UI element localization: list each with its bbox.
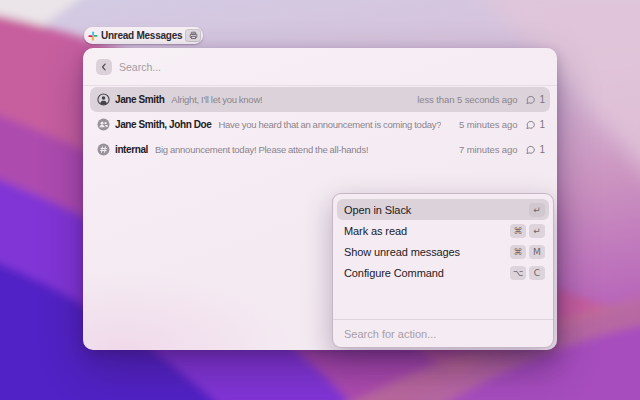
message-list: Jane Smith Alright, I'll let you know! l… xyxy=(83,86,557,163)
message-time: 7 minutes ago xyxy=(459,144,517,155)
chat-bubble-icon xyxy=(525,95,535,105)
action-configure-command[interactable]: Configure Command ⌥ C xyxy=(337,262,549,283)
key-return: ↵ xyxy=(529,224,545,238)
hash-circle-icon xyxy=(97,143,110,156)
unread-count: 1 xyxy=(539,94,545,105)
unread-count: 1 xyxy=(539,144,545,155)
action-mark-as-read[interactable]: Mark as read ⌘ ↵ xyxy=(337,220,549,241)
message-preview: Big announcement today! Please attend th… xyxy=(155,144,368,155)
chat-bubble-icon xyxy=(525,145,535,155)
key-c: C xyxy=(529,266,545,280)
message-row[interactable]: Jane Smith, John Doe Have you heard that… xyxy=(90,112,550,137)
message-title: Jane Smith, John Doe xyxy=(115,119,211,130)
unread-count: 1 xyxy=(539,119,545,130)
message-preview: Have you heard that an announcement is c… xyxy=(218,119,441,130)
message-preview: Alright, I'll let you know! xyxy=(171,94,262,105)
key-cmd: ⌘ xyxy=(510,245,526,259)
message-title: Jane Smith xyxy=(115,94,164,105)
printer-icon xyxy=(185,29,201,42)
message-time: 5 minutes ago xyxy=(459,119,517,130)
person-circle-icon xyxy=(97,93,110,106)
key-return: ↵ xyxy=(529,203,545,217)
key-option: ⌥ xyxy=(510,266,526,280)
action-open-in-slack[interactable]: Open in Slack ↵ xyxy=(337,199,549,220)
action-search-input[interactable] xyxy=(344,328,542,340)
slack-icon xyxy=(88,31,98,41)
raycast-window: Jane Smith Alright, I'll let you know! l… xyxy=(83,48,557,350)
back-button[interactable] xyxy=(96,59,112,75)
people-circle-icon xyxy=(97,118,110,131)
message-row[interactable]: internal Big announcement today! Please … xyxy=(90,137,550,162)
action-show-unread[interactable]: Show unread messages ⌘ M xyxy=(337,241,549,262)
search-input[interactable] xyxy=(119,61,544,73)
search-header xyxy=(83,48,557,85)
chevron-left-icon xyxy=(99,62,109,72)
key-m: M xyxy=(529,245,545,259)
chat-bubble-icon xyxy=(525,120,535,130)
message-time: less than 5 seconds ago xyxy=(417,94,517,105)
command-pill[interactable]: Unread Messages xyxy=(84,27,203,44)
message-row[interactable]: Jane Smith Alright, I'll let you know! l… xyxy=(90,87,550,112)
message-title: internal xyxy=(115,144,148,155)
action-panel: Open in Slack ↵ Mark as read ⌘ ↵ Show un… xyxy=(332,193,554,348)
command-pill-label: Unread Messages xyxy=(101,30,182,41)
key-cmd: ⌘ xyxy=(510,224,526,238)
